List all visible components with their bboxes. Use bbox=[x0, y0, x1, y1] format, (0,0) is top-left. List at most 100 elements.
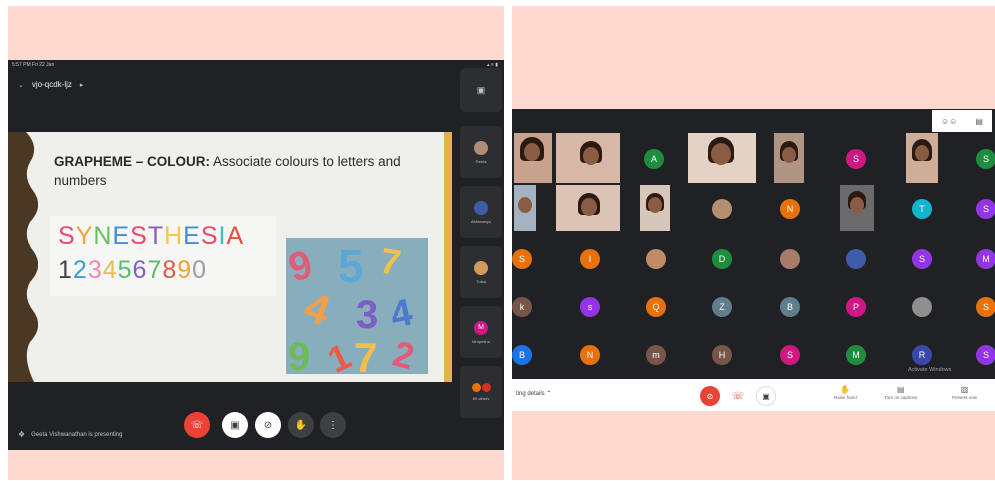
people-icon[interactable]: ☺☺ bbox=[941, 117, 957, 126]
more-options-button[interactable]: ⋮ bbox=[320, 412, 346, 438]
raise-hand-button[interactable]: ✋ bbox=[288, 412, 314, 438]
participant-avatar-photo[interactable] bbox=[912, 297, 932, 317]
raise-hand-button[interactable]: ✋ Raise hand bbox=[834, 385, 857, 400]
meeting-details-button[interactable]: ting details ⌃ bbox=[516, 390, 551, 397]
participant-initial[interactable]: D bbox=[712, 249, 732, 269]
avatar bbox=[481, 383, 491, 392]
participant-initial[interactable]: N bbox=[580, 345, 600, 365]
captions-button[interactable]: ▤ Turn on captions bbox=[884, 385, 917, 400]
participant-initial[interactable]: S bbox=[976, 345, 995, 365]
avatar bbox=[474, 200, 488, 215]
self-view-tile[interactable]: ▣ bbox=[460, 68, 502, 112]
participant-initial[interactable]: S bbox=[846, 149, 866, 169]
participant-avatar-photo[interactable] bbox=[712, 199, 732, 219]
end-call-button[interactable]: ☏ bbox=[184, 412, 210, 438]
present-now-label: Present now bbox=[952, 395, 978, 400]
participant-initial[interactable]: S bbox=[976, 149, 995, 169]
presentation-slide: GRAPHEME – COLOUR: Associate colours to … bbox=[8, 132, 452, 382]
synesthesia-digit: 9 bbox=[177, 256, 193, 284]
participant-initial[interactable]: S bbox=[976, 199, 995, 219]
participant-video[interactable] bbox=[514, 133, 552, 183]
participant-initial[interactable]: B bbox=[512, 345, 532, 365]
camera-toggle-button[interactable]: ▣ bbox=[756, 386, 776, 406]
slide-right-stripe bbox=[444, 132, 452, 382]
participant-initial[interactable]: R bbox=[912, 345, 932, 365]
synesthesia-letter: S bbox=[58, 222, 76, 250]
more-vert-icon: ⋮ bbox=[328, 419, 338, 431]
participant-initial[interactable]: T bbox=[912, 199, 932, 219]
synesthesia-digit: 6 bbox=[132, 256, 148, 284]
chevron-down-icon[interactable]: ⌄ bbox=[18, 81, 24, 89]
avatar bbox=[471, 383, 481, 392]
synesthesia-letter: N bbox=[93, 222, 113, 250]
meeting-details-label: ting details bbox=[516, 391, 545, 397]
synesthesia-letter: A bbox=[226, 222, 245, 250]
participant-video[interactable] bbox=[556, 185, 620, 231]
participant-initial[interactable]: s bbox=[580, 297, 600, 317]
camera-off-icon: ▣ bbox=[230, 419, 240, 431]
synesthesia-digit: 1 bbox=[58, 256, 73, 284]
participant-avatar-photo[interactable] bbox=[780, 249, 800, 269]
participant-initial[interactable]: S bbox=[780, 345, 800, 365]
mic-toggle-button[interactable]: ⊘ bbox=[700, 386, 720, 406]
participant-initial[interactable]: A bbox=[644, 149, 664, 169]
participant-initial[interactable]: S bbox=[512, 249, 532, 269]
slide-title-bold: GRAPHEME – COLOUR: bbox=[54, 154, 211, 169]
participant-initial[interactable]: H bbox=[712, 345, 732, 365]
participant-tile[interactable]: M Mrupesha bbox=[460, 306, 502, 358]
participant-avatar-photo[interactable] bbox=[846, 249, 866, 269]
synesthesia-digit: 4 bbox=[102, 256, 118, 284]
participant-video[interactable] bbox=[640, 185, 670, 231]
participant-initial[interactable]: Q bbox=[646, 297, 666, 317]
participant-initial[interactable]: M bbox=[846, 345, 866, 365]
laptop-screenshot-panel: A S S N T S S I D S M k s Q Z B P S B N … bbox=[512, 6, 995, 480]
participant-video[interactable] bbox=[906, 133, 938, 183]
participant-initial[interactable]: M bbox=[976, 249, 995, 269]
avatar bbox=[474, 140, 488, 155]
participant-video[interactable] bbox=[556, 133, 620, 183]
synesthesia-digit: 8 bbox=[162, 256, 178, 284]
participant-initial[interactable]: S bbox=[976, 297, 995, 317]
participant-video[interactable] bbox=[840, 185, 874, 231]
participant-initial[interactable]: S bbox=[912, 249, 932, 269]
synesthesia-digit: 5 bbox=[117, 256, 133, 284]
windows-activation-watermark: Activate Windows bbox=[908, 367, 951, 374]
synesthesia-digit: 7 bbox=[147, 256, 163, 284]
camera-icon: ▣ bbox=[762, 391, 770, 401]
slide-title: GRAPHEME – COLOUR: Associate colours to … bbox=[54, 152, 414, 190]
synesthesia-letter: S bbox=[130, 222, 148, 250]
meeting-header[interactable]: ⌄ vjo-qcdk-ljz ▸ bbox=[18, 80, 83, 89]
participant-video[interactable] bbox=[514, 185, 536, 231]
participant-tile[interactable]: Tulsa bbox=[460, 246, 502, 298]
synesthesia-letter: H bbox=[164, 222, 184, 250]
others-tile[interactable]: 80 others bbox=[460, 366, 502, 418]
participant-initial[interactable]: B bbox=[780, 297, 800, 317]
present-now-button[interactable]: ▨ Present now bbox=[952, 385, 977, 400]
chat-icon[interactable]: ▤ bbox=[975, 117, 983, 126]
chevron-up-icon: ⌃ bbox=[546, 391, 552, 397]
phone-hangup-icon: ☏ bbox=[731, 390, 745, 402]
participant-initial[interactable]: Z bbox=[712, 297, 732, 317]
participant-initial[interactable]: I bbox=[580, 249, 600, 269]
mic-toggle-button[interactable]: ⊘ bbox=[255, 412, 281, 438]
synesthesia-digit: 2 bbox=[72, 256, 88, 284]
participant-tile[interactable]: Abhimanyu bbox=[460, 186, 502, 238]
synesthesia-letter: E bbox=[112, 222, 131, 250]
meeting-code: vjo-qcdk-ljz bbox=[31, 80, 72, 89]
participant-video[interactable] bbox=[774, 133, 804, 183]
avatar bbox=[474, 260, 488, 275]
participant-initial[interactable]: m bbox=[646, 345, 666, 365]
participant-initial[interactable]: N bbox=[780, 199, 800, 219]
participant-tile[interactable]: Geeta bbox=[460, 126, 502, 178]
mic-off-icon: ⊘ bbox=[706, 391, 714, 401]
end-call-button[interactable]: ☏ bbox=[728, 386, 748, 406]
participant-initial[interactable]: P bbox=[846, 297, 866, 317]
camera-toggle-button[interactable]: ▣ bbox=[222, 412, 248, 438]
presenting-indicator: ❖ Geeta Vishwanathan is presenting bbox=[18, 430, 122, 439]
participant-video[interactable] bbox=[688, 133, 756, 183]
participant-avatar-photo[interactable] bbox=[646, 249, 666, 269]
others-avatars bbox=[471, 383, 491, 392]
hand-icon: ✋ bbox=[840, 385, 851, 394]
raise-hand-label: Raise hand bbox=[834, 395, 857, 400]
participant-initial[interactable]: k bbox=[512, 297, 532, 317]
